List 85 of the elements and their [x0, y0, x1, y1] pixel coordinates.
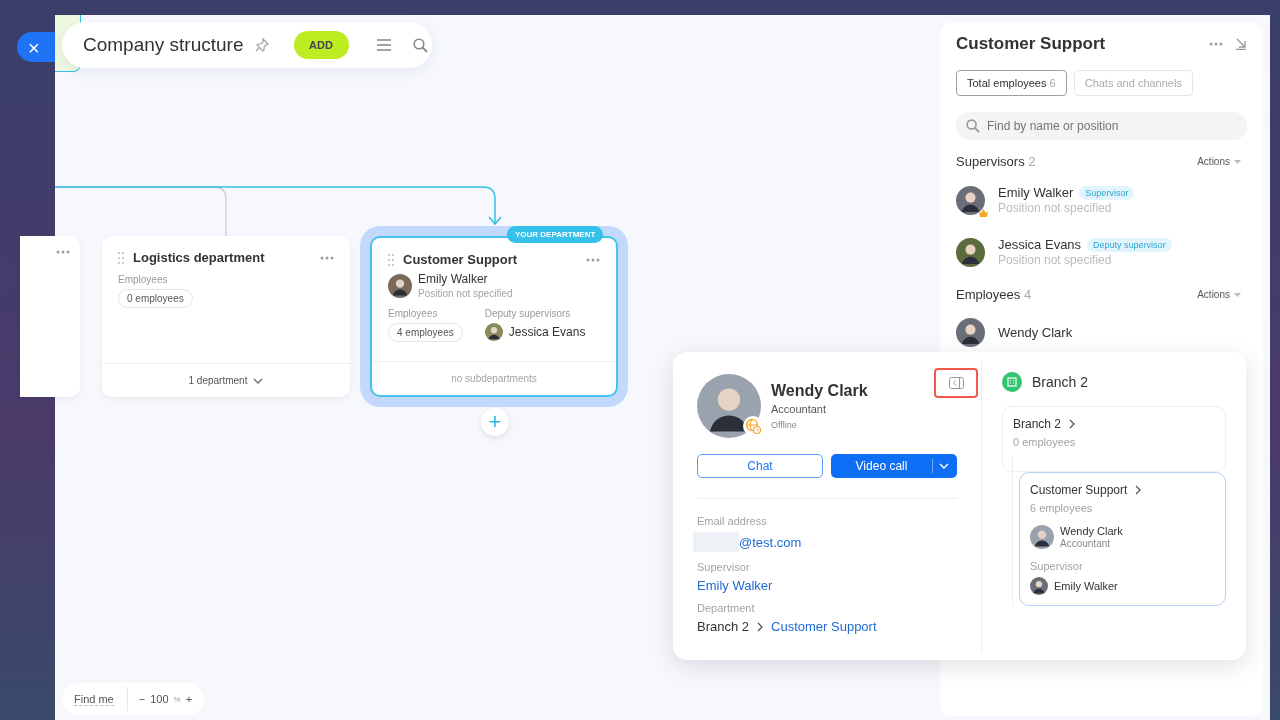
avatar-icon [956, 237, 985, 267]
more-icon[interactable] [56, 250, 70, 254]
zoom-unit: % [173, 694, 181, 704]
supervisor-name: Emily Walker [418, 272, 489, 286]
more-icon[interactable] [586, 257, 600, 262]
zoom-in-button[interactable]: + [185, 693, 193, 705]
department-card[interactable]: Logistics department Employees 0 employees 1 department [102, 236, 350, 397]
employees-label: Employees [118, 274, 169, 285]
field-label: Supervisor [697, 561, 751, 573]
avatar-icon [697, 374, 761, 438]
avatar-icon [1030, 577, 1048, 595]
employee-position: Accountant [771, 403, 828, 415]
employees-label: Employees [388, 308, 439, 319]
add-button[interactable]: ADD [293, 31, 349, 59]
node-title: Customer Support [1030, 483, 1128, 497]
video-call-button[interactable]: Video call [831, 454, 957, 478]
avatar-icon [956, 185, 985, 215]
section-title: Supervisors 2 [956, 154, 1037, 169]
person-name: Wendy Clark [1060, 525, 1123, 537]
find-me-link[interactable]: Find me [74, 692, 114, 706]
avatar-icon [388, 273, 412, 298]
building-icon [1002, 372, 1022, 392]
field-label: Email address [697, 515, 768, 527]
pin-icon[interactable] [253, 37, 270, 53]
crown-icon [979, 208, 988, 217]
globe-clock-icon [743, 416, 763, 436]
person-name[interactable]: Wendy Clark [998, 325, 1073, 340]
person-position: Position not specified [998, 253, 1113, 267]
subdepartments-label[interactable]: 1 department [188, 375, 248, 386]
node-count: 6 employees [1030, 502, 1094, 514]
search-icon[interactable] [412, 37, 428, 53]
chevron-right-icon [1135, 485, 1142, 495]
person-position: Position not specified [998, 201, 1113, 215]
caret-down-icon[interactable] [1234, 292, 1241, 297]
chevron-right-icon [1069, 419, 1076, 429]
email-link[interactable]: @test.com [739, 534, 802, 550]
close-button[interactable]: × [17, 32, 55, 62]
role-tag: Deputy supervisor [1087, 237, 1172, 252]
search-field[interactable]: Find by name or position [956, 112, 1247, 140]
node-title: Branch 2 [1013, 417, 1062, 431]
branch-title: Branch 2 [1032, 374, 1089, 390]
chevron-down-icon[interactable] [253, 377, 264, 384]
role-tag: Supervisor [1079, 185, 1135, 200]
actions-dropdown[interactable]: Actions [1197, 156, 1247, 167]
menu-icon[interactable] [376, 39, 391, 51]
drag-handle-icon[interactable] [388, 253, 394, 266]
section-title: Employees 4 [956, 287, 1033, 302]
deputy-label: Deputy supervisors [484, 308, 572, 319]
panel-title: Customer Support [956, 34, 1107, 54]
supervisor-name: Emily Walker [1054, 580, 1118, 592]
page-title: Company structure [83, 34, 244, 56]
sidebar-collapse-icon[interactable] [948, 377, 964, 389]
person-name[interactable]: Emily Walker [998, 185, 1074, 200]
your-department-badge: YOUR DEPARTMENT [507, 226, 604, 243]
supervisor-label: Supervisor [1030, 560, 1084, 572]
avatar-icon [1030, 525, 1054, 549]
supervisor-position: Position not specified [418, 288, 513, 299]
department-link[interactable]: Customer Support [771, 619, 877, 634]
tab[interactable]: Total employees 6 [956, 70, 1067, 96]
node-count: 0 employees [1013, 436, 1077, 448]
chat-button[interactable]: Chat [697, 454, 823, 478]
subdepartments-label: no subdepartments [451, 373, 537, 384]
department-title: Logistics department [133, 250, 266, 265]
collapse-panel-button[interactable] [934, 368, 978, 398]
avatar-icon [956, 318, 985, 347]
person-position: Accountant [1060, 538, 1112, 549]
chevron-right-icon [757, 621, 764, 632]
supervisor-link[interactable]: Emily Walker [697, 578, 773, 593]
department-parent: Branch 2 [697, 619, 750, 634]
zoom-out-button[interactable]: − [138, 693, 146, 705]
actions-dropdown[interactable]: Actions [1197, 289, 1247, 300]
caret-down-icon[interactable] [1234, 159, 1241, 164]
more-icon[interactable] [1209, 42, 1223, 46]
person-name[interactable]: Jessica Evans [998, 237, 1082, 252]
collapse-arrow-icon[interactable] [1235, 38, 1247, 50]
employee-name: Wendy Clark [771, 382, 868, 400]
field-label: Department [697, 602, 756, 614]
department-title: Customer Support [403, 252, 519, 267]
drag-handle-icon[interactable] [118, 251, 124, 264]
zoom-value: 100 [150, 693, 169, 705]
tree-node[interactable]: Customer Support 6 employees Wendy Clark Accountant Supervisor Emily Walker [1019, 472, 1226, 606]
avatar-icon [484, 323, 503, 341]
more-icon[interactable] [320, 255, 334, 260]
deputy-name: Jessica Evans [508, 325, 586, 339]
status-text: Offline [771, 420, 798, 430]
